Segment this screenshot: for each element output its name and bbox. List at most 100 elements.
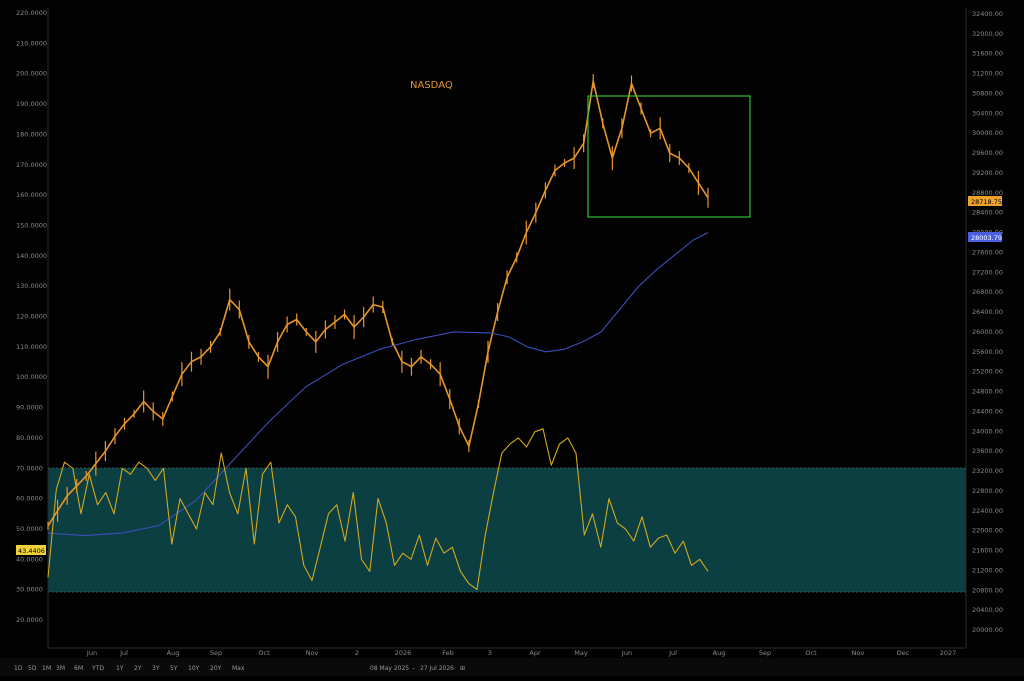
- right-tick-label: 28400.00: [972, 209, 1003, 217]
- left-tick-label: 120.0000: [16, 313, 47, 321]
- left-tick-label: 50.0000: [16, 525, 43, 533]
- right-tick-label: 31200.00: [972, 70, 1003, 78]
- date-separator: –: [412, 665, 415, 672]
- left-tick-label: 40.0000: [16, 555, 43, 563]
- right-tick-label: 26800.00: [972, 288, 1003, 296]
- timeframe-button[interactable]: YTD: [91, 665, 104, 672]
- timeframe-button[interactable]: 20Y: [210, 665, 222, 672]
- x-month-label: Jul: [119, 649, 128, 657]
- calendar-icon[interactable]: ⊞: [460, 665, 465, 672]
- right-tick-label: 31600.00: [972, 50, 1003, 58]
- x-month-label: Jun: [621, 649, 632, 657]
- x-month-label: Dec: [897, 649, 910, 657]
- x-month-label: Oct: [258, 649, 270, 657]
- timeframe-button[interactable]: 1D: [14, 665, 23, 672]
- right-tick-label: 21600.00: [972, 547, 1003, 555]
- timeframe-button[interactable]: 5Y: [170, 665, 178, 672]
- right-tick-label: 24400.00: [972, 407, 1003, 415]
- left-tick-label: 20.0000: [16, 616, 43, 624]
- left-tick-label: 90.0000: [16, 404, 43, 412]
- right-tick-label: 29200.00: [972, 169, 1003, 177]
- right-tick-label: 22800.00: [972, 487, 1003, 495]
- x-month-label: 2: [355, 649, 359, 657]
- timeframe-button[interactable]: 10Y: [188, 665, 200, 672]
- rsi-tag: 43.4406: [18, 547, 45, 555]
- price-series-line: [47, 80, 709, 527]
- x-month-label: Aug: [713, 649, 726, 657]
- x-month-label: Apr: [529, 649, 541, 657]
- right-tick-label: 26400.00: [972, 308, 1003, 316]
- right-tick-label: 23200.00: [972, 467, 1003, 475]
- date-from: 08 May 2025: [370, 665, 409, 672]
- x-month-label: Jun: [86, 649, 97, 657]
- left-tick-label: 200.0000: [16, 70, 47, 78]
- left-tick-label: 220.0000: [16, 9, 47, 17]
- left-tick-label: 110.0000: [16, 343, 47, 351]
- right-tick-label: 21200.00: [972, 566, 1003, 574]
- chart-area[interactable]: 220.0000 210.0000 200.0000 190.0000 180.0000…: [0, 0, 1024, 676]
- left-tick-label: 160.0000: [16, 191, 47, 199]
- right-tick-label: 20800.00: [972, 586, 1003, 594]
- right-tick-label: 25200.00: [972, 368, 1003, 376]
- right-tick-label: 30000.00: [972, 129, 1003, 137]
- left-tick-label: 170.0000: [16, 161, 47, 169]
- timeframe-button[interactable]: 5D: [28, 665, 37, 672]
- right-tick-label: 20000.00: [972, 626, 1003, 634]
- x-month-label: Nov: [852, 649, 865, 657]
- right-tick-label: 27200.00: [972, 268, 1003, 276]
- left-tick-label: 70.0000: [16, 464, 43, 472]
- right-tick-label: 30800.00: [972, 89, 1003, 97]
- x-month-label: 3: [488, 649, 492, 657]
- right-tick-label: 32000.00: [972, 30, 1003, 38]
- right-tick-label: 32400.00: [972, 10, 1003, 18]
- left-tick-label: 100.0000: [16, 373, 47, 381]
- right-tick-label: 29600.00: [972, 149, 1003, 157]
- left-tick-label: 130.0000: [16, 282, 47, 290]
- right-tick-label: 27600.00: [972, 248, 1003, 256]
- left-tick-label: 180.0000: [16, 130, 47, 138]
- x-month-label: Aug: [167, 649, 180, 657]
- chart-title: NASDAQ: [410, 80, 453, 91]
- x-month-label: Sep: [210, 649, 222, 657]
- timeframe-button[interactable]: 3M: [56, 665, 65, 672]
- timeframe-button[interactable]: Max: [232, 665, 245, 672]
- x-month-label: May: [574, 649, 588, 657]
- left-tick-label: 30.0000: [16, 586, 43, 594]
- x-month-label: Jul: [668, 649, 677, 657]
- price-tag: 28718.75: [971, 198, 1002, 206]
- left-tick-label: 190.0000: [16, 100, 47, 108]
- x-month-label: Feb: [442, 649, 454, 657]
- right-tick-label: 30400.00: [972, 109, 1003, 117]
- right-tick-label: 20400.00: [972, 606, 1003, 614]
- left-tick-label: 210.0000: [16, 39, 47, 47]
- x-month-label: 2026: [395, 649, 412, 657]
- x-month-label: Oct: [805, 649, 817, 657]
- x-month-label: 2027: [940, 649, 957, 657]
- left-tick-label: 150.0000: [16, 221, 47, 229]
- right-axis-ticks: 32400.00 32000.00 31600.00 31200.00 30800.00…: [972, 10, 1003, 634]
- right-tick-label: 22400.00: [972, 507, 1003, 515]
- left-tick-label: 140.0000: [16, 252, 47, 260]
- date-to: 27 Jul 2026: [420, 665, 454, 672]
- chart-canvas[interactable]: 220.0000210.0000200.0000190.0000180.0000…: [0, 0, 1024, 676]
- x-month-label: Nov: [306, 649, 319, 657]
- timeframe-button[interactable]: 1Y: [116, 665, 124, 672]
- timeframe-button[interactable]: 2Y: [134, 665, 142, 672]
- x-axis-months: Jun Jul Aug Sep Oct Nov 2 2026 Feb 3 Apr May Jun Jul A…: [86, 649, 956, 657]
- timeframe-button[interactable]: 1M: [42, 665, 51, 672]
- ma-tag: 28003.79: [971, 234, 1002, 242]
- right-tick-label: 28800.00: [972, 189, 1003, 197]
- x-month-label: Sep: [759, 649, 771, 657]
- left-tick-label: 60.0000: [16, 495, 43, 503]
- timeframe-button[interactable]: 3Y: [152, 665, 160, 672]
- right-tick-label: 24800.00: [972, 388, 1003, 396]
- rsi-band: [48, 468, 966, 592]
- left-tick-label: 80.0000: [16, 434, 43, 442]
- right-tick-label: 22000.00: [972, 527, 1003, 535]
- right-tick-label: 23600.00: [972, 447, 1003, 455]
- right-tick-label: 24000.00: [972, 427, 1003, 435]
- left-axis-ticks: 220.0000 210.0000 200.0000 190.0000 180.0000…: [16, 9, 47, 624]
- right-tick-label: 25600.00: [972, 348, 1003, 356]
- right-tick-label: 26000.00: [972, 328, 1003, 336]
- timeframe-button[interactable]: 6M: [74, 665, 83, 672]
